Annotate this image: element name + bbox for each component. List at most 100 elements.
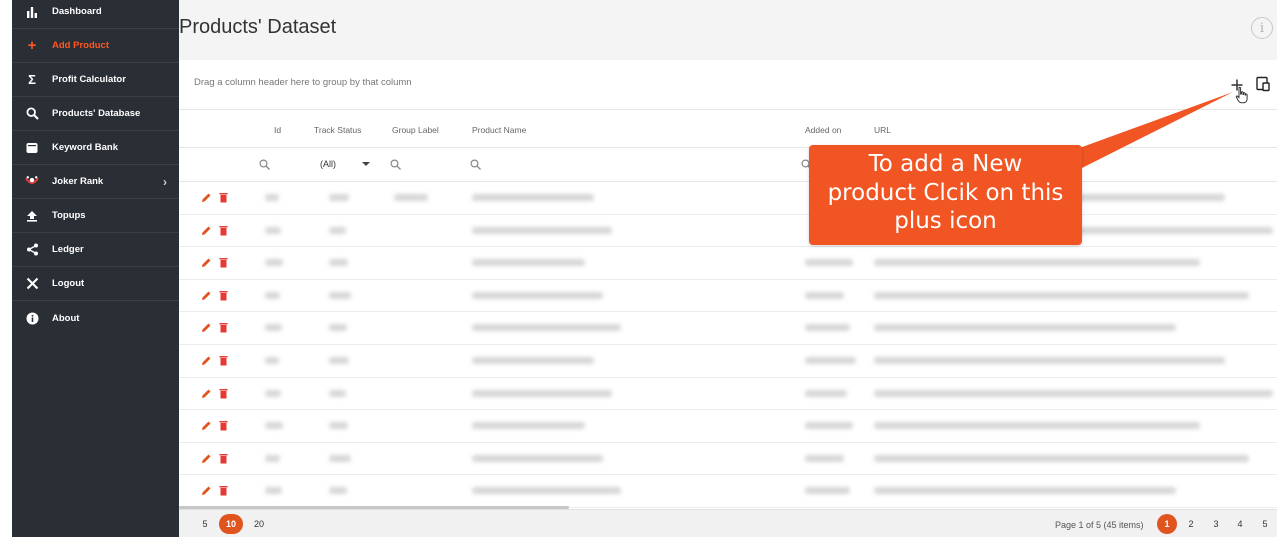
- sidebar-item-keyword-bank[interactable]: Keyword Bank: [12, 131, 179, 165]
- page-info: Page 1 of 5 (45 items): [1055, 520, 1144, 530]
- table-row[interactable]: [179, 312, 1277, 345]
- obscured-cell: [805, 259, 854, 267]
- caret-down-icon[interactable]: [362, 162, 370, 166]
- trash-icon[interactable]: [219, 322, 228, 333]
- table-row[interactable]: [179, 182, 1277, 215]
- trash-icon[interactable]: [219, 355, 228, 366]
- column-header-product-name[interactable]: Product Name: [472, 125, 526, 135]
- search-icon[interactable]: [259, 159, 270, 170]
- page-5-button[interactable]: 5: [1255, 514, 1275, 534]
- page-3-button[interactable]: 3: [1206, 514, 1226, 534]
- sidebar-item-label: Ledger: [52, 244, 84, 255]
- sigma-icon: Σ: [28, 72, 36, 87]
- pager: 5 10 20 Page 1 of 5 (45 items) 1 2 3 4 5: [179, 509, 1277, 537]
- obscured-cell: [805, 422, 854, 430]
- obscured-cell: [329, 454, 351, 462]
- obscured-cell: [265, 357, 279, 364]
- sidebar-item-label: About: [52, 312, 80, 324]
- sidebar-item-about[interactable]: About: [12, 301, 179, 335]
- edit-icon[interactable]: [201, 420, 212, 431]
- joker-icon: [25, 175, 39, 189]
- page-4-button[interactable]: 4: [1230, 514, 1250, 534]
- obscured-cell: [329, 389, 346, 397]
- obscured-cell: [874, 389, 1273, 397]
- obscured-cell: [265, 454, 280, 462]
- sidebar-item-products-database[interactable]: Products' Database: [12, 97, 179, 131]
- trash-icon[interactable]: [219, 485, 228, 496]
- trash-icon[interactable]: [219, 225, 228, 236]
- sidebar-item-ledger[interactable]: Ledger: [12, 233, 179, 267]
- sidebar-item-dashboard[interactable]: Dashboard: [12, 0, 179, 29]
- page-size-20[interactable]: 20: [247, 514, 271, 534]
- table-row[interactable]: [179, 280, 1277, 313]
- sidebar-item-logout[interactable]: Logout: [12, 267, 179, 301]
- obscured-cell: [874, 291, 1249, 299]
- obscured-cell: [472, 194, 594, 201]
- obscured-cell: [472, 226, 612, 234]
- table-row[interactable]: [179, 345, 1277, 378]
- table-row[interactable]: [179, 247, 1277, 280]
- group-panel-hint: Drag a column header here to group by th…: [194, 77, 412, 88]
- obscured-cell: [472, 357, 594, 364]
- callout-line: To add a New: [868, 151, 1023, 177]
- search-icon[interactable]: [390, 159, 401, 170]
- sidebar-item-joker-rank[interactable]: Joker Rank ›: [12, 165, 179, 199]
- callout-line: product Clcik on this: [827, 179, 1064, 206]
- obscured-cell: [265, 226, 281, 234]
- obscured-cell: [329, 324, 347, 332]
- edit-icon[interactable]: [201, 388, 212, 399]
- column-header-url[interactable]: URL: [874, 125, 891, 135]
- sidebar-item-label: Dashboard: [52, 6, 102, 17]
- sidebar-item-profit-calculator[interactable]: Σ Profit Calculator: [12, 63, 179, 97]
- trash-icon[interactable]: [219, 192, 228, 203]
- sidebar-item-add-product[interactable]: + Add Product: [12, 29, 179, 63]
- edit-icon[interactable]: [201, 192, 212, 203]
- obscured-cell: [874, 487, 1177, 495]
- search-icon[interactable]: [470, 159, 481, 170]
- sidebar: Dashboard + Add Product Σ Profit Calcula…: [12, 0, 179, 537]
- page-1-button[interactable]: 1: [1157, 514, 1177, 534]
- trash-icon[interactable]: [219, 453, 228, 464]
- edit-icon[interactable]: [201, 485, 212, 496]
- group-panel[interactable]: Drag a column header here to group by th…: [179, 60, 1277, 110]
- callout-annotation: To add a New product Clcik on this plus …: [809, 145, 1082, 245]
- page-2-button[interactable]: 2: [1181, 514, 1201, 534]
- upload-icon: [25, 209, 39, 223]
- window-left-edge: [0, 0, 12, 537]
- column-header-id[interactable]: Id: [274, 125, 281, 135]
- table-row[interactable]: [179, 410, 1277, 443]
- trash-icon[interactable]: [219, 290, 228, 301]
- hand-cursor-icon: [1235, 86, 1248, 104]
- sidebar-item-label: Add Product: [52, 40, 109, 51]
- column-header-group-label[interactable]: Group Label: [392, 125, 439, 135]
- trash-icon[interactable]: [219, 257, 228, 268]
- search-icon: [25, 107, 39, 121]
- table-row[interactable]: [179, 215, 1277, 248]
- column-chooser-button[interactable]: [1256, 76, 1272, 94]
- edit-icon[interactable]: [201, 225, 212, 236]
- edit-icon[interactable]: [201, 257, 212, 268]
- sidebar-item-label: Joker Rank: [52, 176, 104, 187]
- obscured-cell: [805, 324, 851, 332]
- edit-icon[interactable]: [201, 355, 212, 366]
- obscured-cell: [874, 454, 1249, 462]
- page-size-5[interactable]: 5: [193, 514, 217, 534]
- column-header-track-status[interactable]: Track Status: [314, 125, 361, 135]
- sidebar-item-topups[interactable]: Topups: [12, 199, 179, 233]
- table-row[interactable]: [179, 475, 1277, 508]
- edit-icon[interactable]: [201, 290, 212, 301]
- info-icon: [25, 311, 39, 325]
- products-grid: Drag a column header here to group by th…: [179, 60, 1277, 537]
- trash-icon[interactable]: [219, 420, 228, 431]
- edit-icon[interactable]: [201, 453, 212, 464]
- track-status-filter[interactable]: (All): [320, 159, 336, 169]
- info-button[interactable]: i: [1251, 17, 1273, 39]
- obscured-cell: [329, 422, 349, 430]
- table-row[interactable]: [179, 378, 1277, 411]
- column-header-added-on[interactable]: Added on: [805, 125, 841, 135]
- table-row[interactable]: [179, 443, 1277, 476]
- page-size-10[interactable]: 10: [219, 514, 243, 534]
- edit-icon[interactable]: [201, 322, 212, 333]
- obscured-cell: [329, 194, 350, 201]
- trash-icon[interactable]: [219, 388, 228, 399]
